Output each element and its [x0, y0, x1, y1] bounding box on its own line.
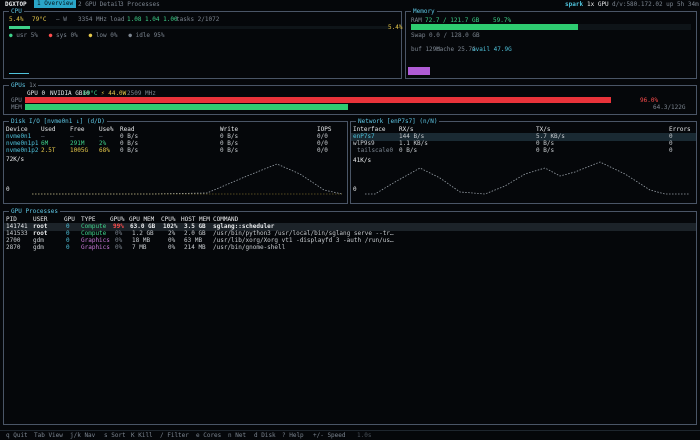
- gpu-mem-bar: [25, 104, 348, 110]
- tab-gpu-detail[interactable]: 2 GPU Detail: [78, 1, 121, 8]
- network-panel: Network [enP7s7] (n/N) Interface RX/s TX…: [350, 118, 697, 204]
- cpu-usage-bar-track: [9, 26, 389, 29]
- processes-title: GPU Processes: [9, 208, 60, 216]
- disk-graph-max: 72K/s: [6, 156, 25, 163]
- footer-disk[interactable]: d Disk: [254, 432, 276, 439]
- network-title: Network [enP7s7] (n/N): [356, 118, 440, 126]
- proc-pid: 2870: [6, 244, 21, 251]
- disk-write: 0 B/s: [220, 147, 239, 154]
- disk-used: 2.5T: [41, 147, 56, 154]
- cpu-title: CPU: [9, 8, 24, 16]
- gpu-util-bar: [25, 97, 611, 103]
- net-row[interactable]: tailscale0 0 B/s 0 B/s 0: [351, 147, 696, 155]
- proc-cpu-pct: 0%: [168, 244, 176, 251]
- cpu-freq: 3354 MHz: [78, 16, 107, 23]
- cpu-load-label: load: [110, 16, 125, 23]
- legend-sys: ● sys 0%: [48, 32, 78, 39]
- disk-read: 0 B/s: [120, 147, 139, 154]
- system-info: d/v:580.172.02 up 5h 34m: [612, 1, 699, 8]
- cpu-temp: 79°C: [32, 16, 47, 23]
- footer-speed-value: 1.0s: [357, 432, 372, 439]
- net-graph-min: 0: [353, 186, 357, 193]
- disk-io-title: Disk I/O [nvme0n1 ↓] (d/D): [9, 118, 107, 126]
- host-name: spark: [565, 1, 584, 8]
- disk-device: nvme0n1p2: [6, 147, 39, 154]
- memory-panel: Memory RAM 72.7 / 121.7 GB 59.7% Swap 0.…: [405, 8, 697, 79]
- cpu-panel: CPU 5.4% 79°C — W 3354 MHz load 1.08 1.0…: [3, 8, 403, 79]
- disk-graph-min: 0: [6, 186, 10, 193]
- gpu-mem-label: MEM: [11, 104, 22, 111]
- disk-row[interactable]: nvme0n1p2 2.5T 1005G 68% 0 B/s 0 B/s 0/0: [4, 147, 347, 155]
- proc-gpu-mem: 7 MB: [132, 244, 147, 251]
- network-graph: [365, 161, 690, 195]
- footer-nav[interactable]: j/k Nav: [70, 432, 95, 439]
- cpu-bar-percent: 5.4%: [388, 24, 403, 31]
- cpu-tasks: tasks 2/1072: [176, 16, 220, 23]
- tab-overview[interactable]: 1 Overview: [34, 0, 77, 8]
- proc-gpu: 0: [66, 244, 70, 251]
- footer-quit[interactable]: q Quit: [6, 432, 28, 439]
- footer-filter[interactable]: / Filter: [160, 432, 189, 439]
- net-interface: tailscale0: [357, 147, 394, 154]
- disk-io-graph: [32, 163, 342, 195]
- mem-cache: cache 25.7G: [436, 46, 476, 53]
- cpu-usage: 5.4%: [9, 16, 24, 23]
- cpu-history-baseline: [9, 73, 29, 74]
- proc-row[interactable]: 2870 gdm 0 Graphics 0% 7 MB 0% 214 MB /u…: [4, 244, 696, 252]
- memory-title: Memory: [411, 8, 437, 16]
- cpu-legend: ● usr 5% ● sys 0% ● low 0% ● idle 95%: [9, 32, 164, 39]
- net-rx: 0 B/s: [399, 147, 418, 154]
- gpu-mem-value: 64.3/122G: [653, 104, 686, 111]
- net-tx: 0 B/s: [536, 147, 555, 154]
- disk-usepct: 68%: [99, 147, 110, 154]
- proc-command: /usr/bin/gnome-shell: [213, 244, 286, 251]
- proc-user: gdm: [33, 244, 44, 251]
- net-errors: 0: [669, 147, 673, 154]
- mem-avail: avail 47.9G: [472, 46, 512, 53]
- cpu-power: — W: [56, 16, 67, 23]
- footer-sort[interactable]: s Sort: [104, 432, 126, 439]
- swap-info: Swap 0.0 / 128.0 GB: [411, 32, 480, 39]
- tab-processes[interactable]: 3 Processes: [120, 1, 160, 8]
- proc-gpu-pct: 0%: [115, 244, 123, 251]
- cpu-usage-bar: [9, 26, 30, 29]
- disk-free: 1005G: [70, 147, 89, 154]
- ram-usage-bar: [411, 24, 578, 30]
- top-bar: DGXTOP 1 Overview 2 GPU Detail 3 Process…: [0, 0, 700, 9]
- footer-speed[interactable]: +/- Speed: [313, 432, 346, 439]
- footer-net[interactable]: n Net: [228, 432, 246, 439]
- gpu-count: 1x GPU: [587, 1, 609, 8]
- disk-io-panel: Disk I/O [nvme0n1 ↓] (d/D) Device Used F…: [3, 118, 348, 204]
- proc-host-mem: 214 MB: [184, 244, 206, 251]
- footer-kill[interactable]: K Kill: [131, 432, 153, 439]
- gpu-processes-panel: GPU Processes PID USER GPU TYPE GPU% GPU…: [3, 208, 697, 425]
- footer-cores[interactable]: e Cores: [196, 432, 221, 439]
- disk-iops: 0/0: [317, 147, 328, 154]
- gpus-title: GPUs 1x: [9, 82, 39, 90]
- legend-usr: ● usr 5%: [9, 32, 38, 39]
- proc-type: Graphics: [81, 244, 110, 251]
- legend-idle: ● idle 95%: [128, 32, 165, 39]
- footer-help[interactable]: ? Help: [282, 432, 304, 439]
- cpu-load-values: 1.08 1.04 1.00: [127, 16, 178, 23]
- swap-indicator: [408, 67, 430, 75]
- footer-tab-view[interactable]: Tab View: [34, 432, 63, 439]
- gpus-panel: GPUs 1x GPU 0 NVIDIA GB10 69°C ⚡ 44.0W 2…: [3, 82, 697, 115]
- legend-low: ● low 0%: [88, 32, 118, 39]
